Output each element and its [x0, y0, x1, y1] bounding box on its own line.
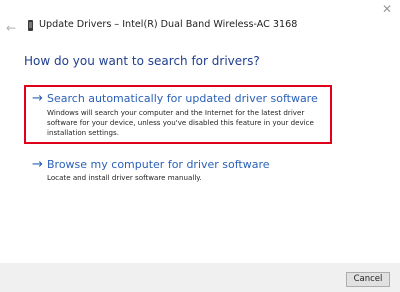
dialog-footer: [0, 263, 400, 292]
back-arrow-icon[interactable]: ←: [6, 22, 20, 34]
right-arrow-icon: →: [32, 157, 43, 172]
close-icon[interactable]: ✕: [382, 3, 392, 15]
search-automatically-option[interactable]: → Search automatically for updated drive…: [24, 85, 332, 144]
page-heading: How do you want to search for drivers?: [24, 54, 260, 68]
update-drivers-dialog: ✕ ← Update Drivers – Intel(R) Dual Band …: [0, 0, 400, 292]
cancel-button[interactable]: Cancel: [346, 272, 390, 287]
browse-computer-option[interactable]: → Browse my computer for driver software…: [24, 155, 332, 185]
option-title[interactable]: Search automatically for updated driver …: [47, 92, 318, 105]
option-description: Windows will search your computer and th…: [47, 108, 314, 137]
device-icon: [28, 20, 33, 31]
option-description: Locate and install driver software manua…: [47, 173, 202, 182]
window-title: Update Drivers – Intel(R) Dual Band Wire…: [39, 19, 298, 30]
option-title[interactable]: Browse my computer for driver software: [47, 158, 270, 171]
right-arrow-icon: →: [32, 91, 43, 106]
